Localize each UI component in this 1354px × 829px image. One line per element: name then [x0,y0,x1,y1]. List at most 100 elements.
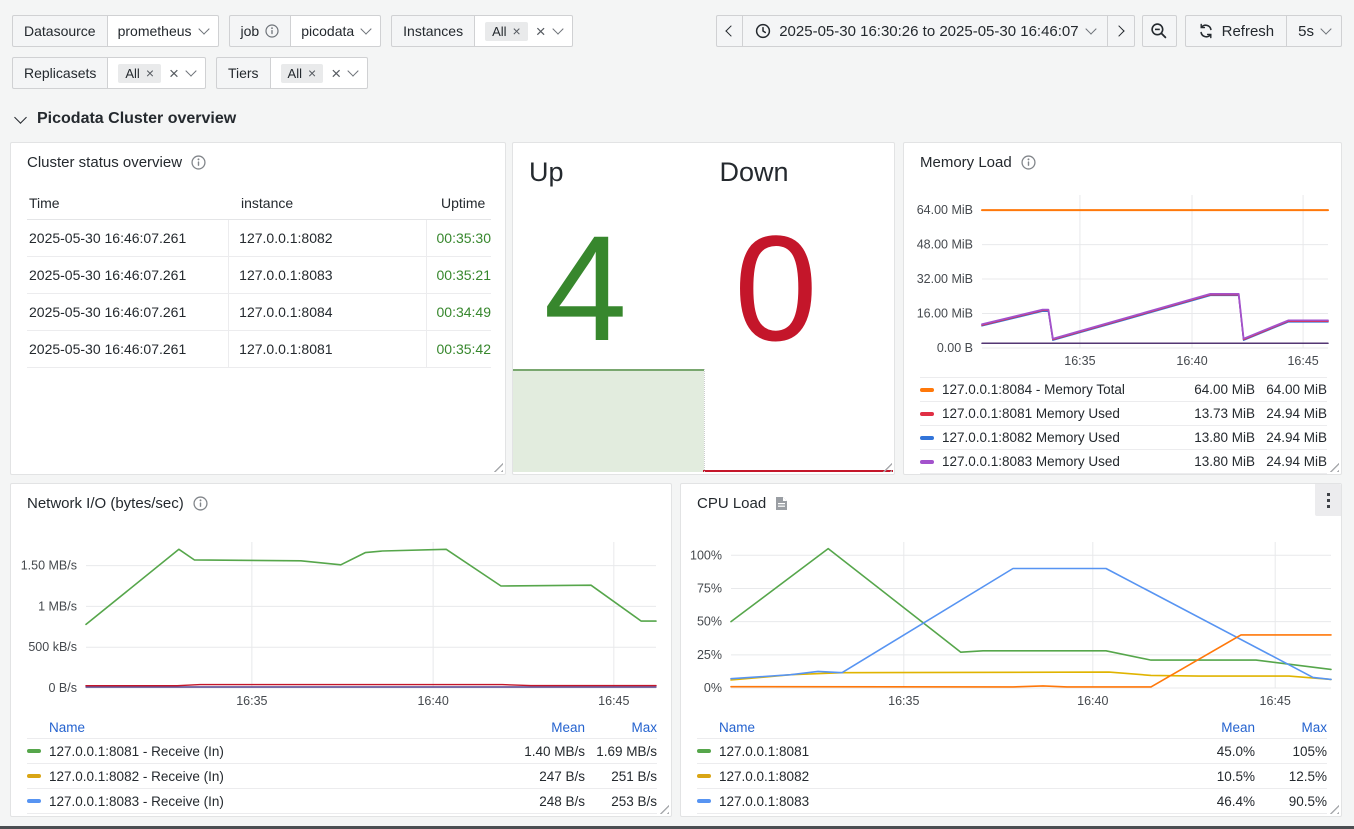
zoom-out-button[interactable] [1142,15,1177,47]
network-chart[interactable]: 0 B/s500 kB/s1 MB/s1.50 MB/s16:3516:4016… [11,484,671,716]
svg-text:16:45: 16:45 [598,694,629,708]
cell-time: 2025-05-30 16:46:07.261 [27,304,228,320]
legend-item[interactable]: 127.0.0.1:8083 Memory Used13.80 MiB24.94… [920,449,1327,474]
series-color-swatch [920,436,934,440]
filter-job: job picodata [229,15,382,47]
legend-item[interactable]: 127.0.0.1:808346.4%90.5% [697,788,1327,814]
legend-value-1: 45.0% [1165,744,1255,759]
cell-uptime: 00:34:49 [426,294,492,330]
refresh-button[interactable]: Refresh [1185,15,1288,47]
status-table: Time instance Uptime 2025-05-30 16:46:07… [27,187,491,368]
table-row: 2025-05-30 16:46:07.261127.0.0.1:808200:… [27,220,491,257]
close-icon[interactable]: × [331,65,341,82]
stat-up-value: 4 [513,213,658,363]
chevron-down-icon [1320,23,1331,34]
panel-title[interactable]: Network I/O (bytes/sec) [27,495,208,512]
datasource-value: prometheus [118,23,192,39]
instances-select[interactable]: All× × [475,15,573,47]
replicasets-select[interactable]: All× × [108,57,206,89]
column-header-instance[interactable]: instance [231,195,431,211]
legend-value-1: 46.4% [1165,794,1255,809]
legend-item[interactable]: 127.0.0.1:808145.0%105% [697,738,1327,763]
svg-text:50%: 50% [697,615,722,629]
legend-value-1: 1.40 MB/s [495,744,585,759]
legend-value-1: 13.80 MiB [1165,454,1255,469]
series-color-swatch [697,799,711,803]
kebab-menu-icon[interactable] [1315,484,1341,516]
legend-item[interactable]: 127.0.0.1:8084 - Memory Total64.00 MiB64… [920,377,1327,401]
tiers-tag[interactable]: All× [281,64,324,83]
legend-series-name: 127.0.0.1:8082 - Receive (In) [49,769,495,784]
close-icon[interactable]: × [308,66,316,80]
legend-item[interactable]: 127.0.0.1:8082 - Receive (In)247 B/s251 … [27,763,657,788]
svg-text:500 kB/s: 500 kB/s [28,640,77,654]
cell-instance: 127.0.0.1:8083 [228,257,425,293]
resize-handle[interactable] [1328,803,1339,814]
panel-title[interactable]: Memory Load [920,154,1036,171]
column-header-time[interactable]: Time [27,195,231,211]
legend-header-name[interactable]: Name [697,720,1165,735]
resize-handle[interactable] [492,461,503,472]
instances-tag[interactable]: All× [485,22,528,41]
filter-tiers: Tiers All× × [216,57,368,89]
filter-instances: Instances All× × [391,15,573,47]
svg-text:0%: 0% [704,681,722,695]
replicasets-tag[interactable]: All× [118,64,161,83]
series-color-swatch [27,749,41,753]
datasource-select[interactable]: prometheus [108,15,219,47]
memory-chart[interactable]: 0.00 B16.00 MiB32.00 MiB48.00 MiB64.00 M… [904,143,1341,375]
close-icon[interactable]: × [513,24,521,38]
filter-datasource: Datasource prometheus [12,15,219,47]
close-icon[interactable]: × [169,65,179,82]
datasource-label: Datasource [12,15,108,47]
stat-down-label: Down [720,157,789,188]
legend-item[interactable]: 127.0.0.1:8081 Memory Used13.73 MiB24.94… [920,401,1327,425]
down-sparkline-line [703,470,894,472]
cpu-chart[interactable]: 0%25%50%75%100%16:3516:4016:45 [681,484,1341,716]
filter-bar-row-2: Replicasets All× × Tiers All× × [12,57,368,89]
legend-value-2: 1.69 MB/s [585,744,657,759]
legend-value-2: 24.94 MiB [1255,454,1327,469]
instances-label: Instances [391,15,475,47]
legend-item[interactable]: 127.0.0.1:8083 - Receive (In)248 B/s253 … [27,788,657,814]
panel-cpu-load: CPU Load 0%25%50%75%100%16:3516:4016:45 … [680,483,1342,817]
time-range-text: 2025-05-30 16:30:26 to 2025-05-30 16:46:… [779,23,1078,40]
up-sparkline-area [513,369,704,472]
job-select[interactable]: picodata [291,15,381,47]
panel-title[interactable]: Cluster status overview [27,154,206,171]
legend-item[interactable]: 127.0.0.1:8081 - Receive (In)1.40 MB/s1.… [27,738,657,763]
tiers-select[interactable]: All× × [271,57,369,89]
resize-handle[interactable] [1328,461,1339,472]
time-shift-back-button[interactable] [716,15,743,47]
legend-header-mean[interactable]: Mean [1165,720,1255,735]
legend-value-2: 24.94 MiB [1255,430,1327,445]
refresh-interval-select[interactable]: 5s [1287,15,1342,47]
legend-header-name[interactable]: Name [27,720,495,735]
legend-header-max[interactable]: Max [1255,720,1327,735]
resize-handle[interactable] [658,803,669,814]
cell-uptime: 00:35:42 [426,331,492,367]
panel-title[interactable]: CPU Load [697,495,788,512]
legend-series-name: 127.0.0.1:8081 Memory Used [942,406,1165,421]
zoom-out-icon [1150,22,1168,40]
stat-down: Down 0 [704,143,895,474]
chevron-down-icon [360,23,371,34]
cell-time: 2025-05-30 16:46:07.261 [27,230,228,246]
legend-value-1: 10.5% [1165,769,1255,784]
legend-item[interactable]: 127.0.0.1:8082 Memory Used13.80 MiB24.94… [920,425,1327,449]
column-header-uptime[interactable]: Uptime [431,195,491,211]
svg-text:16:45: 16:45 [1287,354,1318,368]
legend-series-name: 127.0.0.1:8084 - Memory Total [942,382,1165,397]
time-shift-forward-button[interactable] [1108,15,1135,47]
close-icon[interactable]: × [536,23,546,40]
memory-legend: 127.0.0.1:8084 - Memory Total64.00 MiB64… [920,377,1327,474]
legend-header-mean[interactable]: Mean [495,720,585,735]
legend-header-max[interactable]: Max [585,720,657,735]
legend-item[interactable]: 127.0.0.1:808210.5%12.5% [697,763,1327,788]
row-picodata-cluster-overview[interactable]: Picodata Cluster overview [16,110,236,128]
time-range-button[interactable]: 2025-05-30 16:30:26 to 2025-05-30 16:46:… [743,15,1107,47]
chevron-right-icon [1113,25,1124,36]
svg-text:16:40: 16:40 [1176,354,1207,368]
close-icon[interactable]: × [146,66,154,80]
table-row: 2025-05-30 16:46:07.261127.0.0.1:808100:… [27,331,491,368]
